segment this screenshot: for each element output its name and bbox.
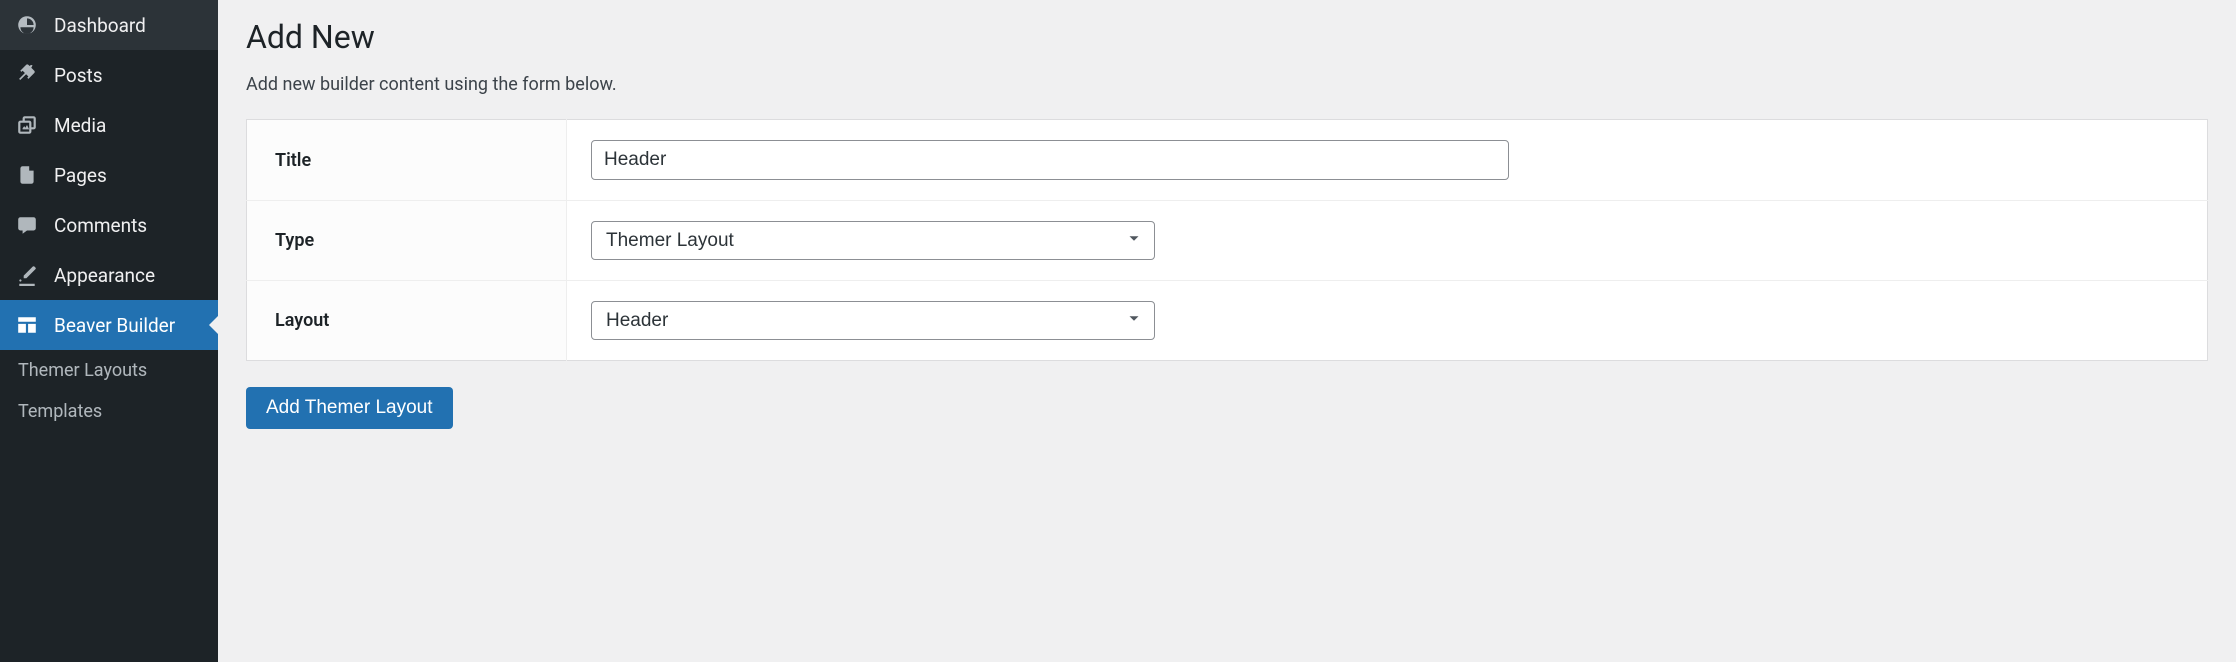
- sidebar-item-posts[interactable]: Posts: [0, 50, 218, 100]
- sidebar-sub-templates[interactable]: Templates: [0, 391, 218, 432]
- page-title: Add New: [246, 18, 2208, 56]
- layout-select-wrap: Header: [591, 301, 1155, 340]
- pin-icon: [14, 62, 40, 88]
- type-field-cell: Themer Layout: [567, 201, 2208, 281]
- sidebar-item-label: Pages: [54, 164, 107, 187]
- sidebar-item-label: Media: [54, 114, 106, 137]
- type-select-wrap: Themer Layout: [591, 221, 1155, 260]
- sidebar-item-pages[interactable]: Pages: [0, 150, 218, 200]
- sidebar-sub-themer-layouts[interactable]: Themer Layouts: [0, 350, 218, 391]
- sidebar-item-label: Beaver Builder: [54, 314, 175, 337]
- form-table: Title Type Themer Layout Layout: [246, 119, 2208, 361]
- sidebar-item-label: Comments: [54, 214, 147, 237]
- layout-field-cell: Header: [567, 281, 2208, 361]
- sidebar-item-dashboard[interactable]: Dashboard: [0, 0, 218, 50]
- sidebar-sub-label: Themer Layouts: [18, 360, 147, 381]
- sidebar-item-appearance[interactable]: Appearance: [0, 250, 218, 300]
- sidebar-item-label: Posts: [54, 64, 103, 87]
- type-select[interactable]: Themer Layout: [591, 221, 1155, 260]
- page-description: Add new builder content using the form b…: [246, 74, 2208, 95]
- brush-icon: [14, 262, 40, 288]
- sidebar-item-label: Appearance: [54, 264, 155, 287]
- layout-label: Layout: [247, 281, 567, 361]
- form-row-title: Title: [247, 120, 2208, 201]
- sidebar-item-beaver-builder[interactable]: Beaver Builder: [0, 300, 218, 350]
- builder-icon: [14, 312, 40, 338]
- sidebar-sub-label: Templates: [18, 401, 102, 422]
- dashboard-icon: [14, 12, 40, 38]
- form-row-layout: Layout Header: [247, 281, 2208, 361]
- admin-sidebar: Dashboard Posts Media Pages Comments App…: [0, 0, 218, 662]
- page-icon: [14, 162, 40, 188]
- sidebar-item-media[interactable]: Media: [0, 100, 218, 150]
- sidebar-item-label: Dashboard: [54, 14, 146, 37]
- add-themer-layout-button[interactable]: Add Themer Layout: [246, 387, 453, 429]
- layout-select[interactable]: Header: [591, 301, 1155, 340]
- title-input[interactable]: [591, 140, 1509, 180]
- title-label: Title: [247, 120, 567, 201]
- form-row-type: Type Themer Layout: [247, 201, 2208, 281]
- type-label: Type: [247, 201, 567, 281]
- main-content: Add New Add new builder content using th…: [218, 0, 2236, 662]
- comment-icon: [14, 212, 40, 238]
- title-field-cell: [567, 120, 2208, 201]
- media-icon: [14, 112, 40, 138]
- sidebar-item-comments[interactable]: Comments: [0, 200, 218, 250]
